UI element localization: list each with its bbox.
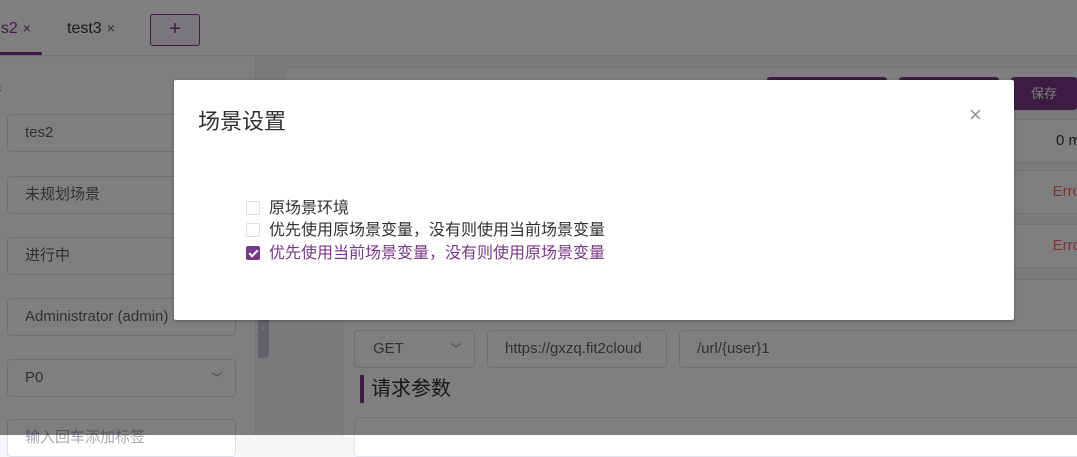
option-original-environment[interactable]: 原场景环境	[246, 199, 349, 219]
option-label: 优先使用原场景变量，没有则使用当前场景变量	[269, 222, 606, 239]
scenario-settings-dialog: 场景设置 × 原场景环境 优先使用原场景变量，没有则使用当前场景变量 优先使用当…	[174, 80, 1014, 320]
dialog-title: 场景设置	[198, 109, 287, 134]
option-label: 原场景环境	[269, 200, 350, 217]
option-label: 优先使用当前场景变量，没有则使用原场景变量	[269, 245, 606, 262]
checkbox[interactable]	[246, 201, 260, 215]
close-icon[interactable]: ×	[969, 102, 982, 128]
option-prefer-current-variables[interactable]: 优先使用当前场景变量，没有则使用原场景变量	[246, 244, 605, 264]
option-prefer-original-variables[interactable]: 优先使用原场景变量，没有则使用当前场景变量	[246, 221, 605, 241]
checkbox[interactable]	[246, 223, 260, 237]
checkbox-checked[interactable]	[246, 246, 260, 260]
